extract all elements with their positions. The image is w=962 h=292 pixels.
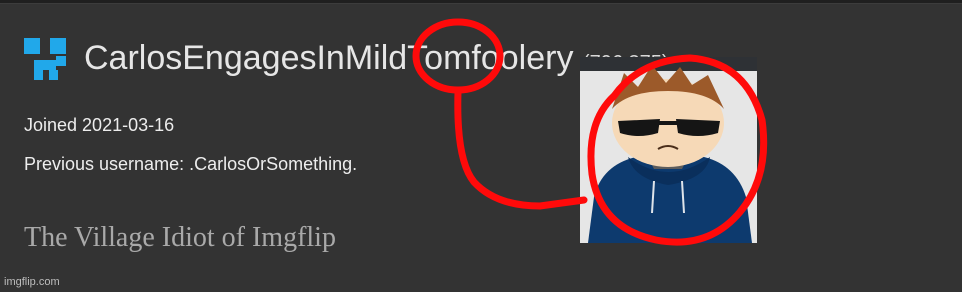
joined-date: Joined 2021-03-16 [24, 115, 175, 135]
top-divider [0, 0, 962, 4]
profile-bio: The Village Idiot of Imgflip [24, 222, 336, 253]
cartoon-avatar-image [580, 57, 757, 243]
previous-username: Previous username: .CarlosOrSomething. [24, 154, 358, 174]
imgflip-logo-icon [24, 38, 66, 80]
avatar[interactable] [580, 57, 757, 243]
username-text: CarlosEngagesInMildTomfoolery [84, 39, 574, 77]
imgflip-watermark: imgflip.com [4, 276, 60, 288]
